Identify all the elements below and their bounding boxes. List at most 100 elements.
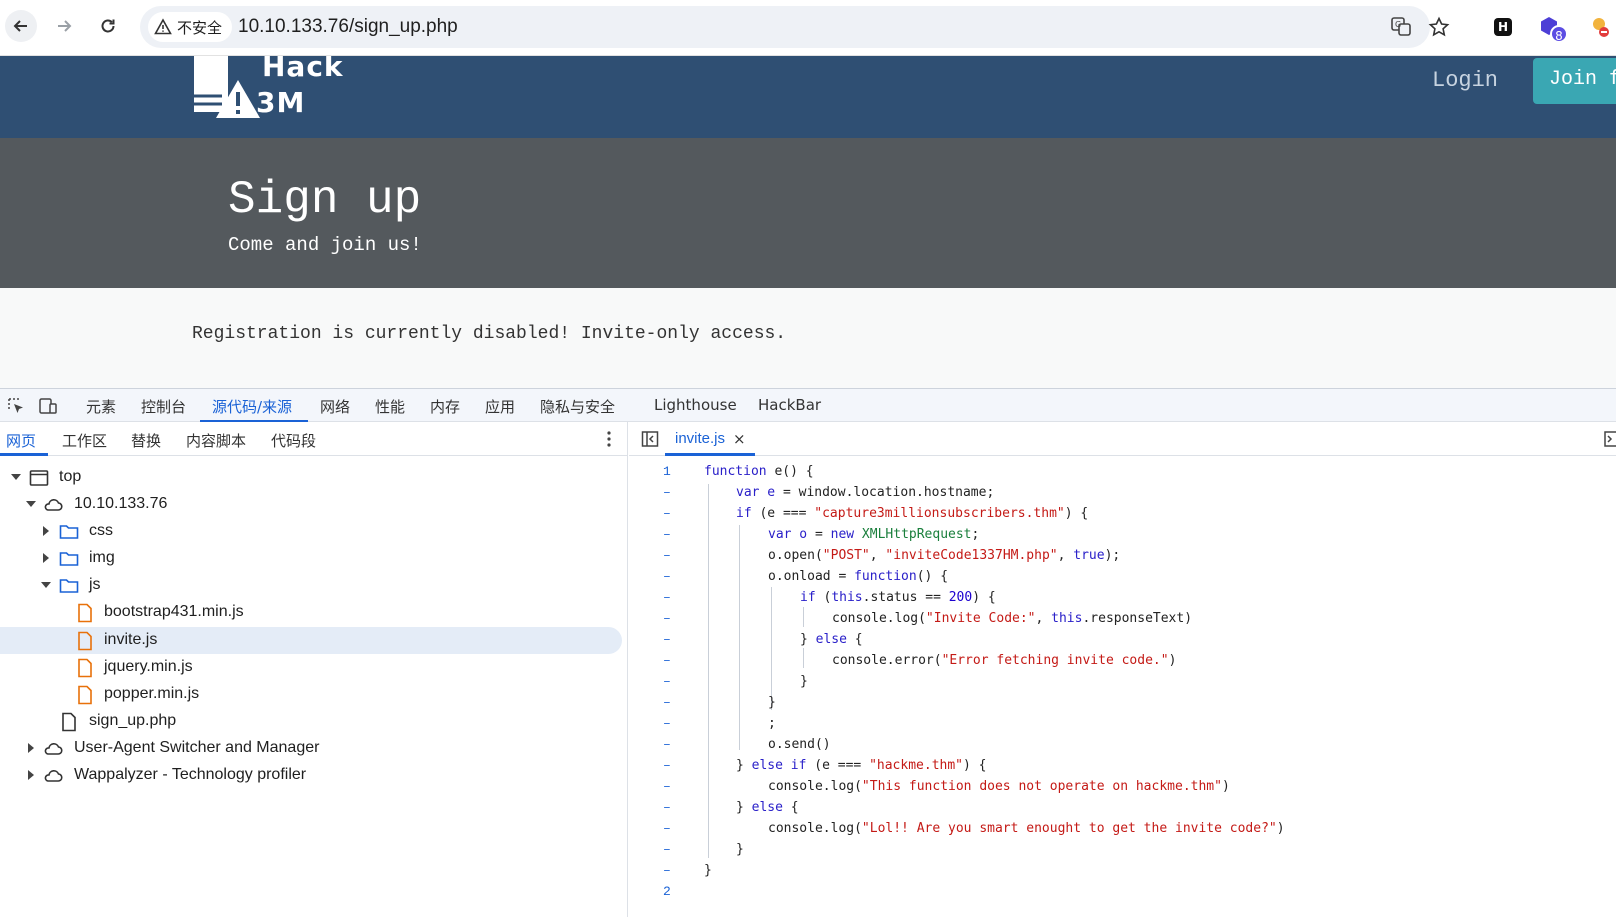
subtab-content-scripts[interactable]: 内容脚本 xyxy=(186,430,246,451)
line-number[interactable]: – xyxy=(663,611,671,626)
line-number[interactable]: – xyxy=(663,842,671,857)
code-line[interactable]: console.log("This function does not oper… xyxy=(768,779,1230,794)
tree-item-popper-js[interactable]: popper.min.js xyxy=(0,681,622,708)
code-line[interactable]: console.error("Error fetching invite cod… xyxy=(832,653,1176,668)
code-line[interactable]: } else { xyxy=(736,800,799,815)
code-line[interactable]: o.open("POST", "inviteCode1337HM.php", t… xyxy=(768,548,1120,563)
inspect-element-icon[interactable] xyxy=(6,396,26,416)
line-number[interactable]: – xyxy=(663,863,671,878)
nav-login-link[interactable]: Login xyxy=(1432,68,1498,93)
code-line[interactable]: } xyxy=(736,842,744,857)
line-number[interactable]: – xyxy=(663,758,671,773)
close-tab-icon[interactable]: × xyxy=(733,430,746,448)
tree-item-top[interactable]: top xyxy=(0,464,622,491)
subtab-workspace[interactable]: 工作区 xyxy=(62,430,107,451)
tree-item-img[interactable]: img xyxy=(0,545,622,572)
security-chip[interactable]: 不安全 xyxy=(148,12,233,42)
line-number[interactable]: – xyxy=(663,485,671,500)
line-gutter: 1 – – – – – – – – – – – – – – – – – – – … xyxy=(629,456,689,917)
tree-item-wappalyzer-extension[interactable]: Wappalyzer - Technology profiler xyxy=(0,762,622,789)
tree-item-invite-js[interactable]: invite.js xyxy=(0,627,622,654)
extension-block-icon[interactable] xyxy=(1590,15,1612,39)
tree-item-sign-up-php[interactable]: sign_up.php xyxy=(0,708,622,735)
extension-badge-icon[interactable]: 8 xyxy=(1538,15,1568,43)
tree-label: js xyxy=(89,576,101,593)
nav-join-button[interactable]: Join fo xyxy=(1533,58,1616,104)
subtab-overrides[interactable]: 替换 xyxy=(131,430,161,451)
url-text[interactable]: 10.10.133.76/sign_up.php xyxy=(238,16,458,38)
code-line[interactable]: } xyxy=(768,695,776,710)
line-number[interactable]: – xyxy=(663,695,671,710)
tree-item-jquery-js[interactable]: jquery.min.js xyxy=(0,654,622,681)
forward-button[interactable] xyxy=(48,10,80,42)
tree-item-css[interactable]: css xyxy=(0,518,622,545)
line-number[interactable]: – xyxy=(663,674,671,689)
tree-label: User-Agent Switcher and Manager xyxy=(74,739,320,756)
code-line[interactable]: var e = window.location.hostname; xyxy=(736,485,994,500)
reload-button[interactable] xyxy=(92,10,124,42)
code-line[interactable]: } else { xyxy=(800,632,863,647)
code-line[interactable]: ; xyxy=(768,716,776,731)
code-line[interactable]: var o = new XMLHttpRequest; xyxy=(768,527,979,542)
code-line[interactable]: o.onload = function() { xyxy=(768,569,948,584)
tab-sources[interactable]: 源代码/来源 xyxy=(212,396,292,417)
back-button[interactable] xyxy=(5,10,37,42)
code-line[interactable]: if (this.status == 200) { xyxy=(800,590,996,605)
code-line[interactable]: } else if (e === "hackme.thm") { xyxy=(736,758,986,773)
caret-down-icon xyxy=(26,501,36,507)
tree-item-useragent-extension[interactable]: User-Agent Switcher and Manager xyxy=(0,735,622,762)
code-line[interactable]: if (e === "capture3millionsubscribers.th… xyxy=(736,506,1088,521)
line-number[interactable]: 1 xyxy=(663,464,671,479)
warning-icon xyxy=(154,18,172,35)
line-number[interactable]: – xyxy=(663,737,671,752)
page-title: Sign up xyxy=(228,174,422,226)
code-line[interactable]: console.log("Invite Code:", this.respons… xyxy=(832,611,1192,626)
tree-item-host[interactable]: 10.10.133.76 xyxy=(0,491,622,518)
subtab-snippets[interactable]: 代码段 xyxy=(271,430,316,451)
line-number[interactable]: – xyxy=(663,569,671,584)
tab-elements[interactable]: 元素 xyxy=(86,396,116,417)
line-number[interactable]: 2 xyxy=(663,884,671,899)
toggle-navigator-icon[interactable] xyxy=(641,430,659,448)
translate-icon[interactable]: G xyxy=(1390,16,1412,38)
line-number[interactable]: – xyxy=(663,779,671,794)
line-number[interactable]: – xyxy=(663,632,671,647)
line-number[interactable]: – xyxy=(663,527,671,542)
subtab-page[interactable]: 网页 xyxy=(6,430,36,451)
code-token: ) { xyxy=(972,590,996,605)
code-line[interactable]: function e() { xyxy=(704,464,814,479)
tab-memory[interactable]: 内存 xyxy=(430,396,460,417)
tree-label: img xyxy=(89,549,115,566)
extension-h-icon[interactable]: H xyxy=(1494,18,1512,36)
reload-icon xyxy=(101,19,115,33)
line-number[interactable]: – xyxy=(663,821,671,836)
tree-item-js[interactable]: js xyxy=(0,572,622,599)
tab-performance[interactable]: 性能 xyxy=(375,396,405,417)
tab-console[interactable]: 控制台 xyxy=(141,396,186,417)
more-options-icon[interactable] xyxy=(602,430,616,448)
tab-application[interactable]: 应用 xyxy=(485,396,515,417)
line-number[interactable]: – xyxy=(663,590,671,605)
tab-hackbar[interactable]: HackBar xyxy=(758,396,821,414)
code-line[interactable]: o.send() xyxy=(768,737,831,752)
editor-tab-invite-js[interactable]: invite.js xyxy=(675,430,725,447)
line-number[interactable]: – xyxy=(663,653,671,668)
line-number[interactable]: – xyxy=(663,548,671,563)
code-line[interactable]: } xyxy=(800,674,808,689)
tab-network[interactable]: 网络 xyxy=(320,396,350,417)
code-line[interactable]: console.log("Lol!! Are you smart enought… xyxy=(768,821,1285,836)
code-token: else xyxy=(751,758,783,773)
tab-lighthouse[interactable]: Lighthouse xyxy=(654,396,737,414)
device-toolbar-icon[interactable] xyxy=(38,396,58,416)
code-line[interactable]: } xyxy=(704,863,712,878)
tree-item-bootstrap-js[interactable]: bootstrap431.min.js xyxy=(0,599,622,626)
bookmark-star-icon[interactable] xyxy=(1428,16,1450,38)
line-number[interactable]: – xyxy=(663,506,671,521)
tree-label: invite.js xyxy=(104,631,158,648)
code-token: ) { xyxy=(1064,506,1089,521)
address-bar[interactable]: 不安全 10.10.133.76/sign_up.php G xyxy=(140,6,1450,48)
line-number[interactable]: – xyxy=(663,716,671,731)
line-number[interactable]: – xyxy=(663,800,671,815)
tab-privacy-security[interactable]: 隐私与安全 xyxy=(540,396,615,417)
toggle-debugger-icon[interactable] xyxy=(1604,430,1616,448)
